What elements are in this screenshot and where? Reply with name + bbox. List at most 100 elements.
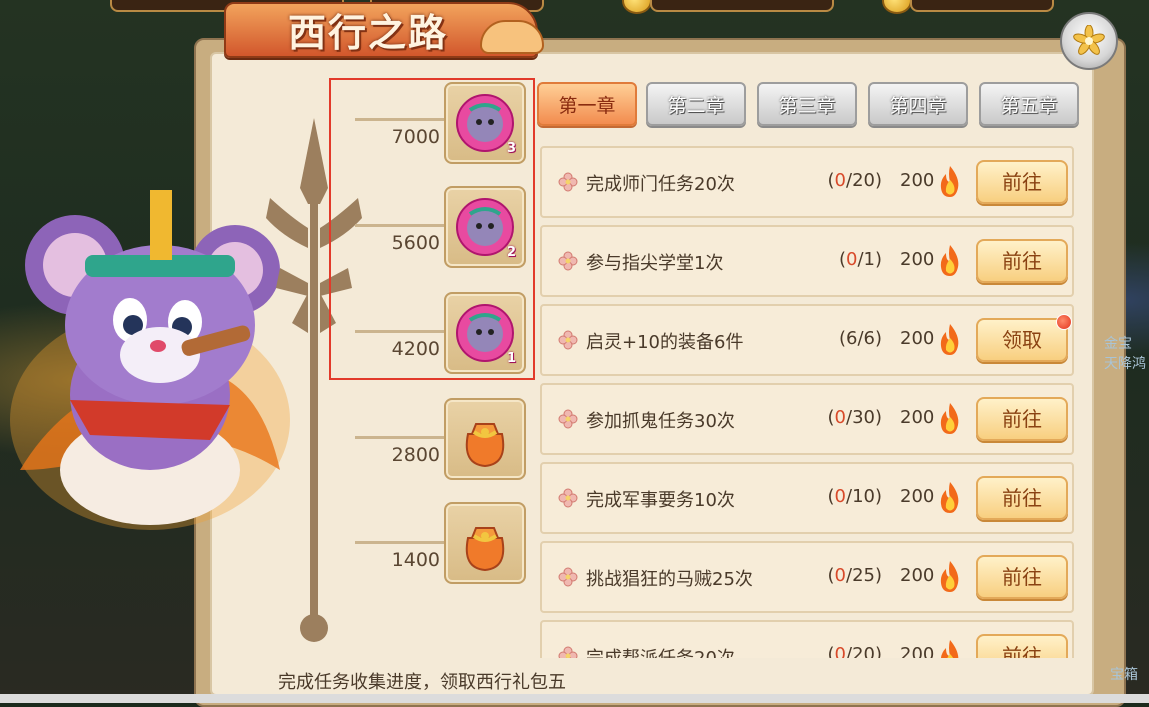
task-progress-current: 0 [834,407,846,428]
task-list[interactable]: 完成师门任务20次 (0/20) 200 前往 参与指尖学堂1次 (0/1) 2… [538,146,1078,658]
flower-bullet-icon [558,488,578,508]
milestone-tick [355,330,445,333]
gift-bag-icon [465,527,505,572]
task-progress-current: 0 [846,249,858,270]
milestone-tick [355,541,445,544]
tier-number: 1 [506,351,516,366]
footer-hint: 完成任务收集进度，领取西行礼包五 [278,672,566,693]
gold-coin-icon [882,0,912,14]
reward-slot-2[interactable]: 2 [444,186,526,268]
task-progress: (0/20) [792,644,882,658]
go-button[interactable]: 前往 [976,476,1068,520]
go-button[interactable]: 前往 [976,160,1068,204]
task-points: 200 [900,170,935,191]
reward-slot-gift[interactable] [444,502,526,584]
tier-number: 3 [506,141,516,156]
go-button[interactable]: 前往 [976,555,1068,599]
go-button[interactable]: 前往 [976,397,1068,441]
fire-icon [940,166,959,197]
task-progress-current: 0 [834,565,846,586]
reward-slot-1[interactable]: 1 [444,292,526,374]
task-progress-total: /10) [846,486,882,507]
reward-slot-gift[interactable] [444,398,526,480]
task-row: 完成军事要务10次 (0/10) 200 前往 [540,462,1074,534]
task-row: 挑战猖狂的马贼25次 (0/25) 200 前往 [540,541,1074,613]
task-progress: (0/10) [827,486,882,507]
task-progress: (0/30) [827,407,882,428]
resource-pill [650,0,834,12]
task-progress-total: /20) [846,170,882,191]
task-progress-current: 6 [846,328,858,349]
task-points: 200 [900,407,935,428]
milestone-value: 4200 [391,338,440,360]
task-progress-total: /6) [857,328,882,349]
task-row: 启灵+10的装备6件 (6/6) 200 领取 [540,304,1074,376]
spear-progress-icon [266,118,362,642]
task-row: 参加抓鬼任务30次 (0/30) 200 前往 [540,383,1074,455]
task-progress: (0/25) [827,565,882,586]
fire-icon [940,403,959,434]
fire-icon [940,324,959,355]
task-row: 完成师门任务20次 (0/20) 200 前往 [540,146,1074,218]
page-title: 西行之路 [287,10,448,55]
milestone-value: 7000 [391,126,440,148]
flower-bullet-icon [558,172,578,192]
notification-dot [1056,314,1072,330]
task-progress: (0/20) [827,170,882,191]
task-name: 完成军事要务10次 [586,490,735,511]
task-name: 启灵+10的装备6件 [586,332,744,353]
task-progress: (6/6) [838,328,882,349]
flower-bullet-icon [558,409,578,429]
flower-bullet-icon [558,646,578,658]
milestone-tick [355,436,445,439]
tier-number: 2 [506,245,516,260]
close-button[interactable] [1060,12,1118,70]
task-points: 200 [900,328,935,349]
task-progress-total: /30) [846,407,882,428]
flower-bullet-icon [558,251,578,271]
task-progress-total: /20) [846,644,882,658]
milestone-value: 1400 [391,549,440,571]
milestone-value: 5600 [391,232,440,254]
task-name: 参加抓鬼任务30次 [586,411,735,432]
task-points: 200 [900,565,935,586]
resource-bar [0,0,1149,14]
task-name: 参与指尖学堂1次 [586,253,724,274]
task-progress-total: /25) [846,565,882,586]
side-label: 金宝 [1104,336,1132,352]
task-progress-current: 0 [834,644,846,658]
task-row: 参与指尖学堂1次 (0/1) 200 前往 [540,225,1074,297]
task-name: 挑战猖狂的马贼25次 [586,569,753,590]
gold-coin-icon [622,0,652,14]
bottom-strip [0,694,1149,703]
resource-pill [910,0,1054,12]
fire-icon [940,640,959,658]
task-name: 完成帮派任务20次 [586,644,735,658]
task-row: 完成帮派任务20次 (0/20) 200 前往 [540,620,1074,658]
tab-chapter-1[interactable]: 第一章 [537,82,637,126]
task-name: 完成师门任务20次 [586,174,735,195]
claim-button[interactable]: 领取 [976,318,1068,362]
gift-bag-icon [465,423,505,468]
task-progress: (0/1) [838,249,882,270]
tab-chapter-5[interactable]: 第五章 [979,82,1079,126]
task-points: 200 [900,249,935,270]
task-progress-current: 0 [834,486,846,507]
tab-chapter-2[interactable]: 第二章 [646,82,746,126]
flower-bullet-icon [558,330,578,350]
fire-icon [940,561,959,592]
go-button[interactable]: 前往 [976,239,1068,283]
flower-bullet-icon [558,567,578,587]
go-button[interactable]: 前往 [976,634,1068,658]
tab-chapter-3[interactable]: 第三章 [757,82,857,126]
task-progress-current: 0 [834,170,846,191]
side-label: 宝箱 [1110,667,1138,683]
reward-slot-3[interactable]: 3 [444,82,526,164]
task-points: 200 [900,486,935,507]
tab-chapter-4[interactable]: 第四章 [868,82,968,126]
milestone-value: 2800 [391,444,440,466]
side-label: 天降鸿 [1104,356,1146,372]
mouse-mascot-illustration [10,190,290,530]
task-progress-total: /1) [857,249,882,270]
fire-icon [940,482,959,513]
